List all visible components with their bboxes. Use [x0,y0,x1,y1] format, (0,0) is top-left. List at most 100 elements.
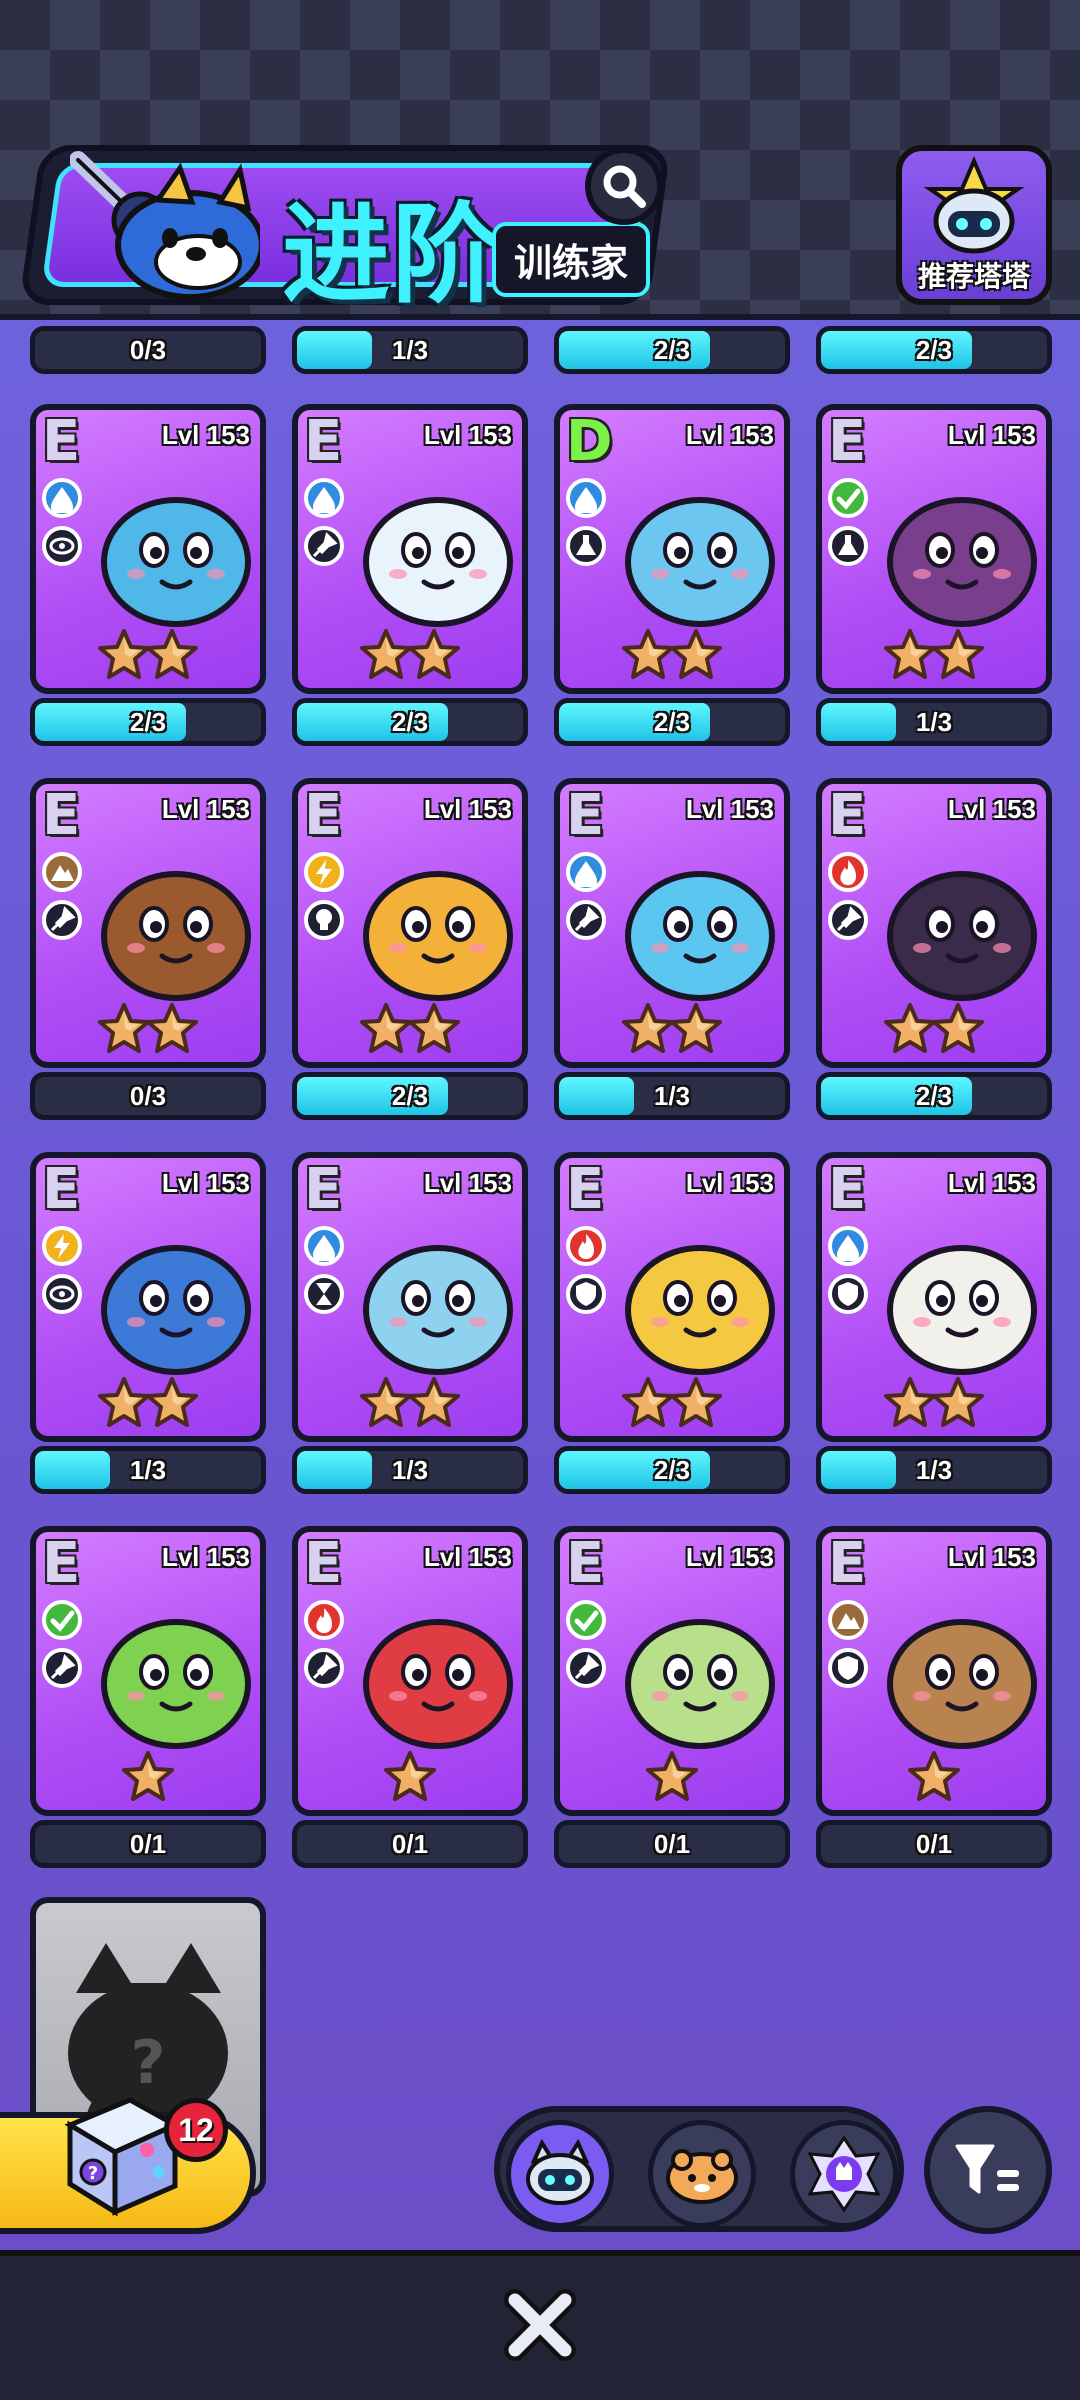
header: 进阶 训练家 推荐塔塔 [0,0,1080,320]
level-label: Lvl 153 [161,1168,250,1198]
electric-element-icon [304,852,344,892]
star-rating [36,628,260,682]
level-label: Lvl 153 [947,1542,1036,1572]
star-icon [884,629,936,679]
progress-text: 1/3 [391,334,429,365]
progress-bar: 1/3 [554,1072,790,1120]
level-label: Lvl 153 [423,420,512,450]
monster-icon [363,497,513,627]
progress-text: 2/3 [391,706,429,737]
water-element-icon [304,1226,344,1266]
progress-bar: 0/3 [30,1072,266,1120]
progress-bar: 1/3 [292,1446,528,1494]
filter-button[interactable] [924,2106,1052,2234]
gacha-count-badge: 12 [164,2098,228,2162]
pin-role-icon [566,1648,606,1688]
progress-text: 0/3 [129,1080,167,1111]
level-label: Lvl 153 [423,1168,512,1198]
rank-label: E [566,1157,605,1222]
monster-card[interactable]: E Lvl 153 [30,1152,266,1442]
progress-text: 2/3 [653,706,691,737]
progress-bar: 1/3 [292,326,528,374]
tab-badges[interactable] [790,2120,898,2228]
level-label: Lvl 153 [685,420,774,450]
progress-text: 2/3 [653,334,691,365]
star-icon [146,1003,198,1053]
flask-role-icon [566,526,606,566]
monster-card[interactable]: E Lvl 153 [816,1526,1052,1816]
progress-text: 1/3 [129,1454,167,1485]
water-element-icon [828,1226,868,1266]
monster-card[interactable]: E Lvl 153 [292,404,528,694]
star-rating [298,628,522,682]
monster-card[interactable]: E Lvl 153 [816,1152,1052,1442]
filter-icon [955,2144,1019,2194]
page-subtitle: 训练家 [492,222,651,297]
pin-role-icon [828,900,868,940]
star-icon [670,1003,722,1053]
monster-card[interactable]: D Lvl 153 [554,404,790,694]
level-label: Lvl 153 [685,794,774,824]
rank-label: E [304,409,343,474]
hourglass-role-icon [304,1274,344,1314]
progress-bar: 0/1 [30,1820,266,1868]
grass-element-icon [42,1600,82,1640]
svg-text:?: ? [88,2163,98,2184]
progress-bar: 0/1 [816,1820,1052,1868]
monster-card[interactable]: E Lvl 153 [554,1152,790,1442]
monster-list[interactable]: 0/3 1/3 2/3 2/3 E Lvl 153 2/3 E Lvl 153 2/3 D Lvl … [0,320,1080,2250]
mystery-box-icon[interactable]: ? [55,2080,185,2220]
monster-card[interactable]: E Lvl 153 [30,404,266,694]
monster-card[interactable]: E Lvl 153 [816,778,1052,1068]
monster-card[interactable]: E Lvl 153 [816,404,1052,694]
progress-bar: 0/1 [292,1820,528,1868]
tab-pets[interactable] [506,2120,614,2228]
monster-card[interactable]: E Lvl 153 [292,1152,528,1442]
monster-icon [363,1619,513,1749]
pin-role-icon [304,526,344,566]
progress-bar: 1/3 [30,1446,266,1494]
star-rating [560,1002,784,1056]
tab-food[interactable] [648,2120,756,2228]
flask-role-icon [828,526,868,566]
monster-icon [887,1619,1037,1749]
rank-label: E [828,409,867,474]
search-button[interactable] [585,147,663,225]
level-label: Lvl 153 [161,1542,250,1572]
monster-card[interactable]: E Lvl 153 [554,1526,790,1816]
monster-card[interactable]: E Lvl 153 [554,778,790,1068]
recommend-label: 推荐塔塔 [917,260,1030,293]
star-icon [884,1003,936,1053]
progress-bar: 1/3 [816,1446,1052,1494]
star-icon [646,1751,698,1801]
recommend-button[interactable]: 推荐塔塔 [896,145,1052,305]
shield-role-icon [828,1274,868,1314]
fire-element-icon [304,1600,344,1640]
level-label: Lvl 153 [947,794,1036,824]
monster-card[interactable]: E Lvl 153 [292,1526,528,1816]
monster-card[interactable]: E Lvl 153 [292,778,528,1068]
star-rating [298,1376,522,1430]
monster-card[interactable]: E Lvl 153 [30,778,266,1068]
pin-role-icon [42,900,82,940]
shield-role-icon [566,1274,606,1314]
star-rating [560,628,784,682]
water-element-icon [304,478,344,518]
level-label: Lvl 153 [947,420,1036,450]
water-element-icon [566,852,606,892]
rank-label: E [42,1531,81,1596]
star-icon [408,629,460,679]
star-rating [822,1750,1046,1804]
rank-label: E [828,1157,867,1222]
star-rating [822,628,1046,682]
level-label: Lvl 153 [423,794,512,824]
eye-role-icon [42,526,82,566]
bread-icon [666,2149,738,2204]
close-button[interactable] [503,2288,577,2362]
star-icon [98,1003,150,1053]
star-icon [670,629,722,679]
monster-card[interactable]: E Lvl 153 [30,1526,266,1816]
rank-label: E [42,409,81,474]
progress-text: 1/3 [915,1454,953,1485]
rank-label: E [304,1531,343,1596]
